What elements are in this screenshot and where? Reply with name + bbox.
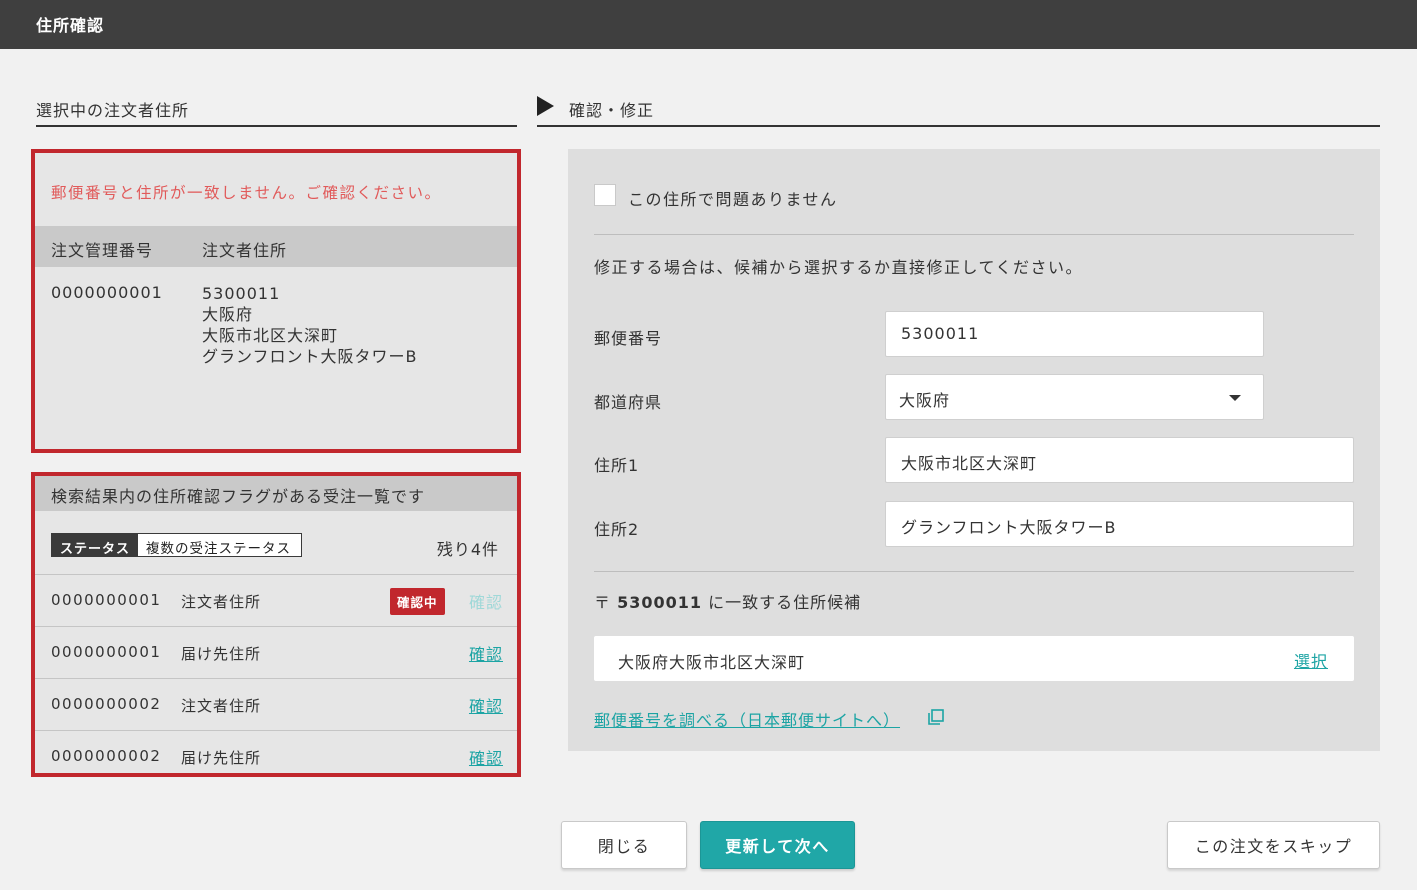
flagged-orders-panel: 検索結果内の住所確認フラグがある受注一覧です ステータス 複数の受注ステータス … (31, 472, 521, 777)
candidates-suffix: に一致する住所候補 (708, 593, 862, 612)
postal-mark: 〒 (594, 593, 612, 612)
confirm-link[interactable]: 確認 (469, 693, 503, 717)
select-candidate-link[interactable]: 選択 (1294, 648, 1328, 672)
update-next-button[interactable]: 更新して次へ (700, 821, 855, 869)
address2-input[interactable]: グランフロント大阪タワーB (885, 501, 1354, 547)
postal-code-label: 郵便番号 (594, 329, 663, 348)
divider (594, 571, 1354, 572)
address-ok-label[interactable]: この住所で問題ありません (628, 186, 838, 210)
row-order-id: 0000000001 (51, 643, 162, 661)
divider (594, 234, 1354, 235)
address-line: 大阪府 (202, 305, 254, 324)
status-badge: 確認中 (390, 588, 445, 615)
row-address-type: 注文者住所 (181, 593, 262, 611)
candidates-postal: 5300011 (617, 593, 703, 612)
selected-address-heading: 選択中の注文者住所 (36, 101, 190, 120)
address-table-header: 注文管理番号 注文者住所 (35, 226, 517, 267)
table-row: 0000000001 届け先住所 確認 (35, 626, 517, 678)
prefecture-select[interactable]: 大阪府 (885, 374, 1264, 420)
row-order-id: 0000000002 (51, 747, 162, 765)
title-bar: 住所確認 (0, 0, 1417, 49)
confirm-edit-heading: 確認・修正 (569, 101, 655, 120)
row-order-id: 0000000001 (51, 591, 162, 609)
confirm-link[interactable]: 確認 (469, 745, 503, 769)
row-order-id: 0000000002 (51, 695, 162, 713)
current-address-panel: 郵便番号と住所が一致しません。ご確認ください。 注文管理番号 注文者住所 000… (31, 149, 521, 453)
flagged-orders-header: 検索結果内の住所確認フラグがある受注一覧です (35, 476, 517, 511)
table-row: 0000000002 届け先住所 確認 (35, 730, 517, 773)
error-message: 郵便番号と住所が一致しません。ご確認ください。 (51, 184, 442, 202)
triangle-right-icon (537, 96, 554, 116)
address2-label: 住所2 (594, 520, 640, 539)
address-line: 5300011 (202, 284, 281, 303)
order-id-value: 0000000001 (51, 283, 163, 302)
confirm-link[interactable]: 確認 (469, 641, 503, 665)
left-heading-rule (36, 125, 517, 127)
external-link-icon[interactable] (928, 709, 944, 725)
chevron-down-icon (1229, 395, 1241, 401)
table-row: 0000000002 注文者住所 確認 (35, 678, 517, 730)
postal-lookup-link[interactable]: 郵便番号を調べる（日本郵便サイトへ） (594, 707, 900, 731)
col-order-id: 注文管理番号 (51, 241, 154, 260)
candidate-address: 大阪府大阪市北区大深町 (618, 653, 806, 672)
postal-code-input[interactable]: 5300011 (885, 311, 1264, 357)
address-line: グランフロント大阪タワーB (202, 347, 418, 366)
row-address-type: 届け先住所 (181, 749, 262, 767)
address-ok-checkbox[interactable] (594, 184, 616, 206)
status-filter-label: ステータス (52, 534, 139, 557)
confirm-link: 確認 (468, 593, 503, 612)
window-title: 住所確認 (36, 16, 105, 35)
address-line: 大阪市北区大深町 (202, 326, 339, 345)
edit-instruction: 修正する場合は、候補から選択するか直接修正してください。 (594, 258, 1084, 277)
prefecture-label: 都道府県 (594, 393, 663, 412)
status-filter[interactable]: ステータス 複数の受注ステータス (51, 533, 303, 557)
candidates-heading: 〒 5300011 に一致する住所候補 (594, 589, 861, 613)
table-row: 0000000001 注文者住所 確認中 確認 (35, 574, 517, 626)
skip-order-button[interactable]: この注文をスキップ (1167, 821, 1380, 869)
edit-panel: この住所で問題ありません 修正する場合は、候補から選択するか直接修正してください… (568, 149, 1380, 751)
address1-label: 住所1 (594, 456, 640, 475)
prefecture-value: 大阪府 (899, 391, 951, 410)
address1-input[interactable]: 大阪市北区大深町 (885, 437, 1354, 483)
close-button[interactable]: 閉じる (561, 821, 687, 869)
candidate-item: 大阪府大阪市北区大深町 選択 (594, 636, 1354, 681)
order-address-value: 5300011 大阪府 大阪市北区大深町 グランフロント大阪タワーB (202, 283, 418, 367)
row-address-type: 注文者住所 (181, 697, 262, 715)
row-address-type: 届け先住所 (181, 645, 262, 663)
status-filter-value: 複数の受注ステータス (146, 541, 292, 557)
col-order-address: 注文者住所 (202, 241, 288, 260)
remaining-count: 残り4件 (436, 540, 499, 559)
right-heading-rule (537, 125, 1380, 127)
flagged-orders-heading: 検索結果内の住所確認フラグがある受注一覧です (51, 487, 426, 506)
